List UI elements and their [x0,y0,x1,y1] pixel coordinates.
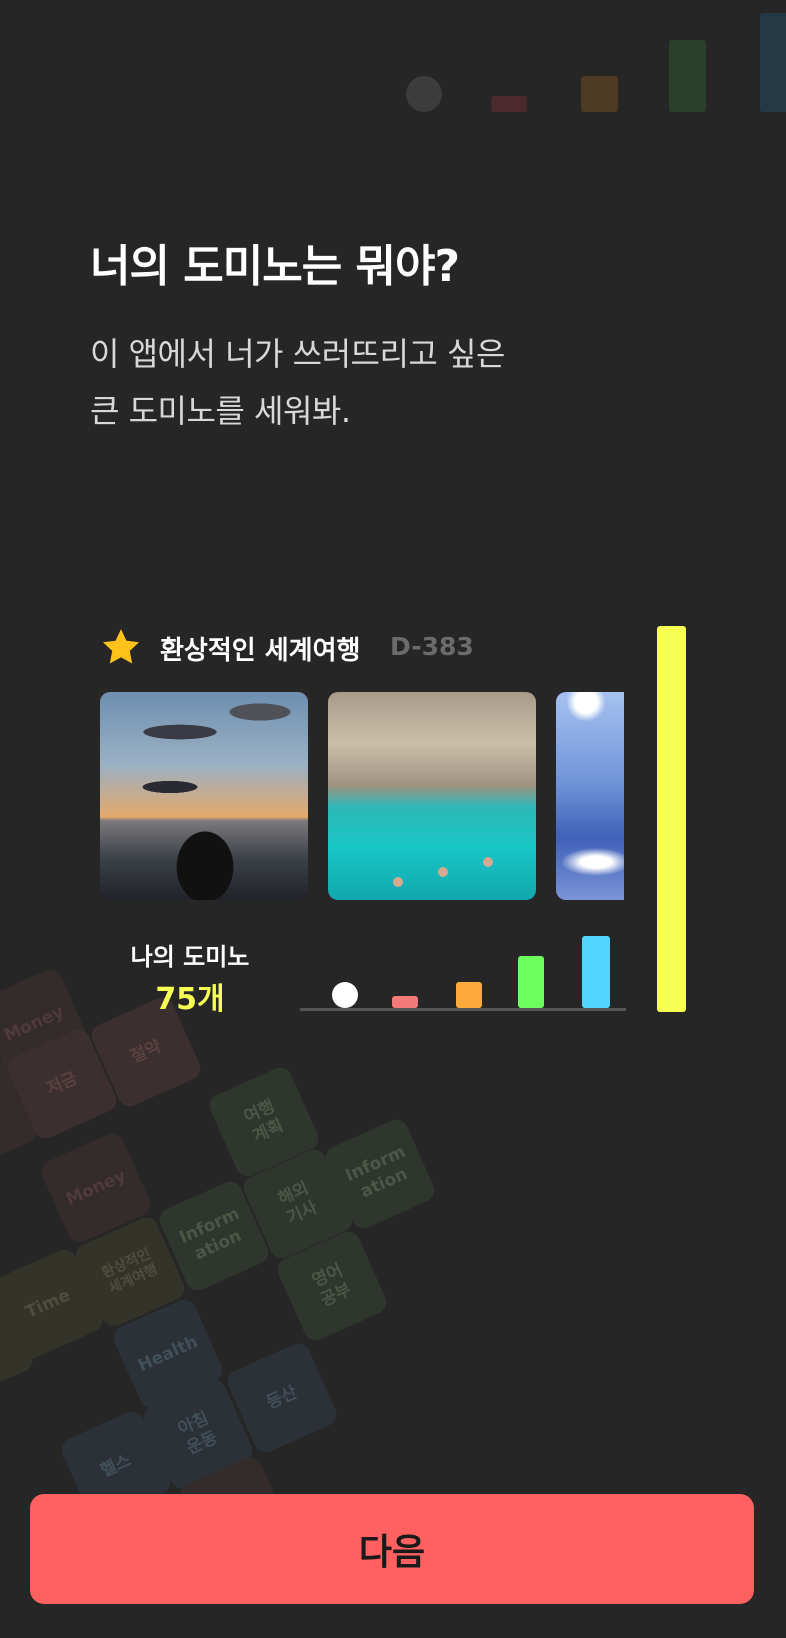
goal-title: 환상적인 세계여행 [160,636,361,666]
page-title: 너의 도미노는 뭐야? [90,241,460,292]
star-icon [100,626,142,668]
goal-dday: D-383 [390,632,474,661]
big-domino-bar [657,626,686,1012]
domino-white-dot [332,982,358,1008]
domino-blue [582,936,610,1008]
next-button[interactable]: 다음 [30,1494,754,1604]
my-domino-count: 75개 [155,982,225,1017]
photo-sunset-sea[interactable] [100,692,308,900]
background-tile-mosaic: Money 저금 절약 Money 여행 계획 해외 기사 Inform ati… [0,960,786,1520]
domino-green [518,956,544,1008]
subtitle-line-2: 큰 도미노를 세워봐. [90,392,351,430]
subtitle-line-1: 이 앱에서 너가 쓰러뜨리고 싶은 [90,335,505,373]
deco-domino-1 [491,96,527,112]
page-subtitle: 이 앱에서 너가 쓰러뜨리고 싶은 큰 도미노를 세워봐. [90,326,505,440]
domino-red [392,996,418,1008]
photo-turquoise-cove[interactable] [328,692,536,900]
my-domino-label: 나의 도미노 [130,943,250,971]
deco-domino-4 [760,13,786,112]
domino-orange [456,982,482,1008]
deco-domino-dot [406,76,442,112]
deco-domino-3 [669,40,706,112]
photo-paragliding-sky[interactable] [556,692,624,900]
domino-floor-line [300,1008,626,1011]
goal-photo-strip[interactable] [100,692,624,900]
deco-domino-2 [581,76,618,112]
